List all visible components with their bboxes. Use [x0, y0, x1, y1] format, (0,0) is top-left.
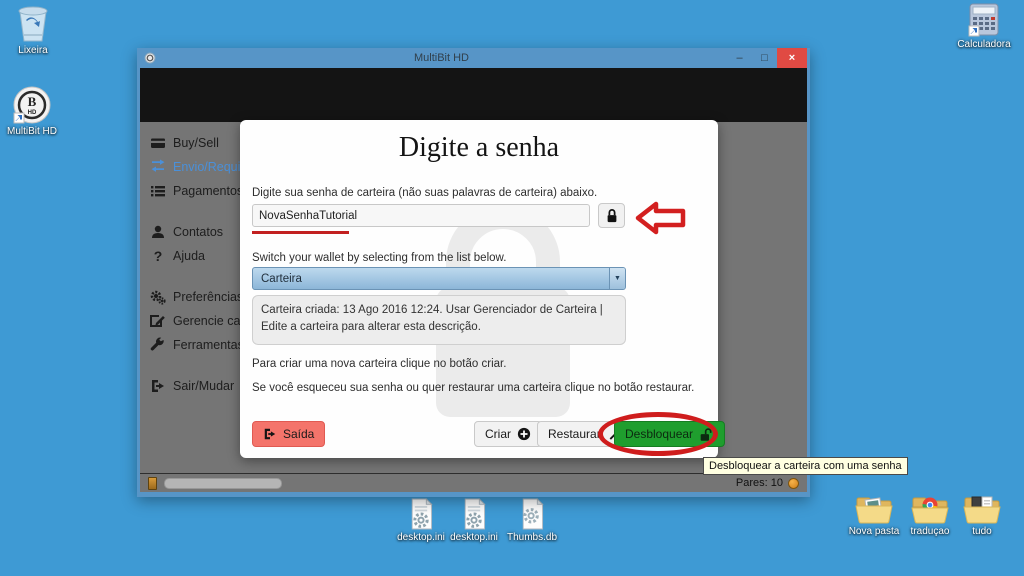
- desktop: Lixeira B HD MultiBit HD Calculadora des…: [0, 0, 1024, 576]
- desktop-icon-label: Lixeira: [18, 45, 48, 56]
- create-button[interactable]: Criar: [474, 421, 542, 447]
- desktop-icon-label: desktop.ini: [397, 532, 445, 543]
- sidebar-item-sair-mudar[interactable]: Sair/Mudar: [150, 374, 249, 398]
- config-file-icon: [411, 498, 433, 530]
- sidebar-item-label: Preferências: [173, 290, 244, 304]
- folder-chrome-icon: [911, 497, 949, 524]
- status-bar: Pares: 10: [140, 473, 807, 492]
- desktop-icon-tudo[interactable]: tudo: [956, 492, 1008, 537]
- wallet-select[interactable]: Carteira ▼: [252, 267, 626, 290]
- red-ellipse-annotation: [598, 412, 718, 456]
- red-underline-annotation: [252, 231, 349, 234]
- calculator-icon: [968, 3, 999, 37]
- sidebar-item-preferencias[interactable]: Preferências: [150, 285, 249, 309]
- unlock-tooltip: Desbloquear a carteira com uma senha: [703, 457, 908, 475]
- gears-icon: [150, 290, 166, 305]
- restore-hint-text: Se você esqueceu sua senha ou quer resta…: [252, 382, 695, 394]
- person-icon: [152, 225, 164, 238]
- sidebar-item-label: Ferramentas: [173, 338, 244, 352]
- question-icon: ?: [154, 248, 163, 264]
- sync-progress-bar: [164, 477, 282, 489]
- create-button-label: Criar: [485, 427, 511, 441]
- show-password-button[interactable]: [598, 203, 625, 228]
- window-app-icon: [144, 52, 156, 64]
- password-label: Digite sua senha de carteira (não suas p…: [252, 187, 598, 199]
- folder-picture-icon: [855, 497, 893, 524]
- wallet-select-label: Switch your wallet by selecting from the…: [252, 252, 507, 264]
- svg-text:B: B: [28, 94, 37, 109]
- plus-circle-icon: [517, 427, 531, 441]
- desktop-icon-label: MultiBit HD: [6, 126, 57, 137]
- desktop-icon-thumbsdb[interactable]: Thumbs.db: [503, 498, 561, 543]
- desktop-icon-multibit[interactable]: B HD MultiBit HD: [2, 86, 62, 137]
- folder-documents-icon: [963, 496, 1001, 524]
- desktop-icon-calculadora[interactable]: Calculadora: [950, 3, 1018, 50]
- desktop-icon-desktopini-2[interactable]: desktop.ini: [447, 498, 501, 543]
- create-hint-text: Para criar uma nova carteira clique no b…: [252, 358, 507, 370]
- peers-count-label: Pares: 10: [735, 477, 783, 489]
- wallet-selected-value: Carteira: [261, 272, 302, 285]
- sidebar: Buy/Sell Envio/Requisi Pagamentos Contat…: [150, 131, 249, 398]
- sidebar-item-label: Contatos: [173, 225, 224, 239]
- password-dialog: Digite a senha Digite sua senha de carte…: [240, 120, 726, 458]
- desktop-icon-label: traduçao: [910, 526, 950, 537]
- sidebar-item-envio-requisitar[interactable]: Envio/Requisi: [150, 155, 249, 179]
- svg-text:HD: HD: [28, 110, 37, 116]
- close-button[interactable]: ×: [777, 48, 807, 68]
- list-icon: [151, 186, 165, 197]
- exit-icon: [264, 428, 276, 440]
- exit-button[interactable]: Saída: [252, 421, 326, 447]
- minimize-button[interactable]: –: [727, 48, 752, 68]
- sidebar-item-pagamentos[interactable]: Pagamentos: [150, 179, 249, 203]
- sidebar-item-gerencie-carteiras[interactable]: Gerencie cart: [150, 309, 249, 333]
- sidebar-item-label: Buy/Sell: [173, 136, 219, 150]
- credit-card-icon: [151, 138, 165, 148]
- sidebar-item-buy-sell[interactable]: Buy/Sell: [150, 131, 249, 155]
- desktop-icon-lixeira[interactable]: Lixeira: [4, 5, 62, 56]
- desktop-icon-nova-pasta[interactable]: Nova pasta: [842, 492, 906, 537]
- status-lock-indicator-icon: [148, 476, 157, 490]
- desktop-icon-label: Calculadora: [957, 39, 1011, 50]
- sidebar-item-label: Ajuda: [173, 249, 205, 263]
- wrench-icon: [150, 337, 164, 351]
- sidebar-item-label: Sair/Mudar: [173, 379, 235, 393]
- exit-icon: [152, 380, 164, 392]
- transfer-arrows-icon: [151, 159, 165, 172]
- wallet-description-box[interactable]: Carteira criada: 13 Ago 2016 12:24. Usar…: [252, 295, 626, 345]
- desktop-icon-desktopini-1[interactable]: desktop.ini: [394, 498, 448, 543]
- sidebar-item-label: Pagamentos: [173, 184, 244, 198]
- chevron-down-icon[interactable]: ▼: [609, 268, 625, 289]
- peers-status-dot-icon: [788, 477, 799, 489]
- desktop-icon-label: desktop.ini: [450, 532, 498, 543]
- sidebar-item-label: Envio/Requisi: [173, 160, 250, 174]
- header-banner: [140, 68, 807, 122]
- window-titlebar[interactable]: MultiBit HD – □ ×: [140, 48, 807, 68]
- restore-button-label: Restaurar: [548, 427, 601, 441]
- lock-icon: [607, 209, 616, 223]
- desktop-icon-label: tudo: [972, 526, 992, 537]
- desktop-icon-label: Nova pasta: [848, 526, 900, 537]
- red-arrow-annotation-icon: [635, 201, 686, 235]
- config-file-icon: [464, 498, 486, 530]
- config-file-icon: [522, 498, 544, 530]
- password-input[interactable]: [252, 204, 590, 227]
- edit-icon: [150, 315, 165, 327]
- sidebar-item-ajuda[interactable]: ? Ajuda: [150, 244, 249, 268]
- recycle-bin-icon: [18, 6, 48, 42]
- svg-text:?: ?: [154, 248, 163, 264]
- sidebar-item-contatos[interactable]: Contatos: [150, 220, 249, 244]
- maximize-button[interactable]: □: [752, 48, 777, 68]
- desktop-icon-traducao[interactable]: traduçao: [902, 492, 958, 537]
- exit-button-label: Saída: [283, 427, 315, 441]
- sidebar-item-label: Gerencie cart: [173, 314, 249, 328]
- sidebar-item-ferramentas[interactable]: Ferramentas: [150, 333, 249, 357]
- window-title: MultiBit HD: [413, 52, 469, 64]
- dialog-title: Digite a senha: [398, 132, 560, 163]
- desktop-icon-label: Thumbs.db: [506, 532, 558, 543]
- multibit-logo-icon: B HD: [13, 86, 51, 124]
